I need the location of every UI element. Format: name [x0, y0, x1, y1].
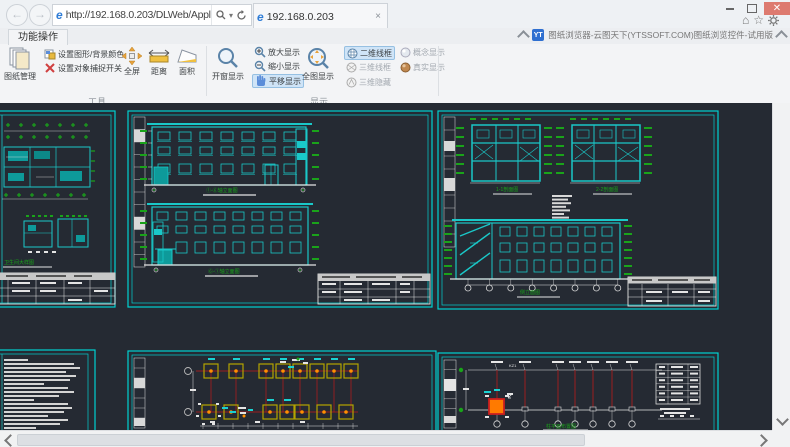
- distance-button[interactable]: 距离: [148, 47, 170, 77]
- horizontal-scrollbar[interactable]: [0, 430, 772, 447]
- realistic-sphere-icon: [400, 62, 411, 73]
- zoom-in-button[interactable]: 放大显示: [252, 46, 302, 58]
- trial-text: 图纸浏览器-云图天下(YTSSOFT.COM)图纸浏览控件-试用版: [548, 29, 773, 41]
- svg-text:KZ1: KZ1: [509, 363, 517, 368]
- pan-button[interactable]: 平移显示: [252, 74, 304, 88]
- browser-tab[interactable]: e 192.168.0.203 ×: [253, 3, 388, 29]
- address-bar[interactable]: e http://192.168.0.203/DLWeb/Application…: [52, 4, 252, 26]
- browser-window: ← → e http://192.168.0.203/DLWeb/Applica…: [0, 0, 790, 447]
- area-shape-icon: [176, 47, 198, 65]
- set-color-button[interactable]: 设置图形/背景颜色: [42, 48, 126, 60]
- svg-text:卫生间大样图: 卫生间大样图: [4, 259, 34, 266]
- notes-sheet: [0, 350, 95, 430]
- svg-text:⑥-①轴立面图: ⑥-①轴立面图: [208, 268, 240, 275]
- ruler-icon: [148, 47, 170, 65]
- zoom-in-icon: [254, 46, 266, 58]
- fullscreen-button[interactable]: 全屏: [122, 47, 142, 77]
- scrollbar-corner: [772, 430, 790, 447]
- zoom-all-button[interactable]: 全图显示: [302, 46, 334, 82]
- browser-titlebar: ← → e http://192.168.0.203/DLWeb/Applica…: [0, 0, 790, 28]
- cad-canvas[interactable]: 卫生间大样图 ①-⑥轴立面图 ⑥-①轴立面图 1-1剖面图 2-2剖面图侧立面图 KZ1 柱…: [0, 103, 772, 430]
- hidden-3d-icon: [346, 77, 357, 88]
- tab-favicon: e: [257, 10, 264, 24]
- ribbon-tab-operations[interactable]: 功能操作: [8, 29, 68, 45]
- set-osnap-button[interactable]: 设置对象捕捉开关: [42, 62, 124, 74]
- svg-text:柱平面布置图: 柱平面布置图: [546, 423, 576, 430]
- back-button[interactable]: ←: [6, 4, 28, 26]
- home-icon[interactable]: ⌂: [742, 13, 749, 27]
- vertical-scrollbar[interactable]: [772, 103, 790, 430]
- elevations-sheet: ①-⑥轴立面图 ⑥-①轴立面图: [128, 111, 432, 307]
- zoom-extents-icon: [306, 46, 330, 70]
- detail-plan-sheet: 卫生间大样图: [0, 111, 115, 307]
- wireframe-2d-icon: [347, 48, 358, 59]
- cad-viewport[interactable]: 卫生间大样图 ①-⑥轴立面图 ⑥-①轴立面图 1-1剖面图 2-2剖面图侧立面图 KZ1 柱…: [0, 103, 772, 430]
- refresh-icon[interactable]: [236, 10, 247, 21]
- search-icon[interactable]: [216, 10, 226, 20]
- sections-sheet: 1-1剖面图 2-2剖面图侧立面图: [438, 111, 718, 309]
- four-arrows-icon: [122, 47, 142, 65]
- documents-stack-icon: [8, 46, 32, 70]
- svg-text:侧立面图: 侧立面图: [520, 289, 540, 296]
- yt-logo: YT: [532, 29, 544, 41]
- pan-hand-icon: [255, 75, 267, 87]
- url-text[interactable]: http://192.168.0.203/DLWeb/Application/Y…: [66, 9, 211, 21]
- svg-text:①-⑥轴立面图: ①-⑥轴立面图: [206, 187, 238, 194]
- svg-text:2-2剖面图: 2-2剖面图: [596, 186, 618, 193]
- column-plan-sheet: KZ1 柱平面布置图: [438, 353, 718, 430]
- visual-style-2d-wireframe[interactable]: 二维线框: [344, 46, 395, 60]
- tab-title: 192.168.0.203: [267, 11, 369, 23]
- settings-gear-icon[interactable]: [768, 15, 779, 26]
- visual-style-3d-wireframe[interactable]: 三维线框: [344, 61, 393, 73]
- scroll-down-icon[interactable]: [776, 413, 789, 426]
- collapse-ribbon-icon[interactable]: [517, 30, 530, 43]
- forward-button[interactable]: →: [29, 4, 51, 26]
- color-palette-icon: [44, 48, 56, 60]
- page-favicon: e: [56, 8, 63, 22]
- zoom-out-button[interactable]: 缩小显示: [252, 60, 302, 72]
- area-button[interactable]: 面积: [176, 47, 198, 77]
- window-zoom-button[interactable]: 开窗显示: [212, 46, 244, 82]
- wireframe-3d-icon: [346, 62, 357, 73]
- visual-style-realistic[interactable]: 真实显示: [398, 61, 447, 73]
- conceptual-icon: [400, 47, 411, 58]
- magnifier-icon: [216, 46, 240, 70]
- ribbon: 功能操作 YT 图纸浏览器-云图天下(YTSSOFT.COM)图纸浏览控件-试用…: [0, 28, 790, 104]
- scroll-right-icon[interactable]: [755, 434, 768, 447]
- zoom-out-icon: [254, 60, 266, 72]
- address-dropdown-icon[interactable]: ▾: [229, 11, 233, 20]
- horizontal-scroll-thumb[interactable]: [17, 434, 585, 446]
- svg-text:1-1剖面图: 1-1剖面图: [496, 186, 518, 193]
- snap-x-icon: [44, 62, 56, 74]
- visual-style-conceptual[interactable]: 概念显示: [398, 46, 447, 58]
- visual-style-3d-hidden[interactable]: 三维隐藏: [344, 76, 393, 88]
- scroll-left-icon[interactable]: [4, 434, 17, 447]
- drawing-manager-button[interactable]: 图纸管理: [4, 46, 36, 82]
- foundation-plan-sheet: [128, 351, 436, 430]
- favorites-star-icon[interactable]: ☆: [753, 13, 764, 27]
- tab-close-icon[interactable]: ×: [369, 11, 387, 22]
- ribbon-pin-chevron-icon[interactable]: [775, 30, 788, 43]
- minimize-button[interactable]: [720, 2, 740, 15]
